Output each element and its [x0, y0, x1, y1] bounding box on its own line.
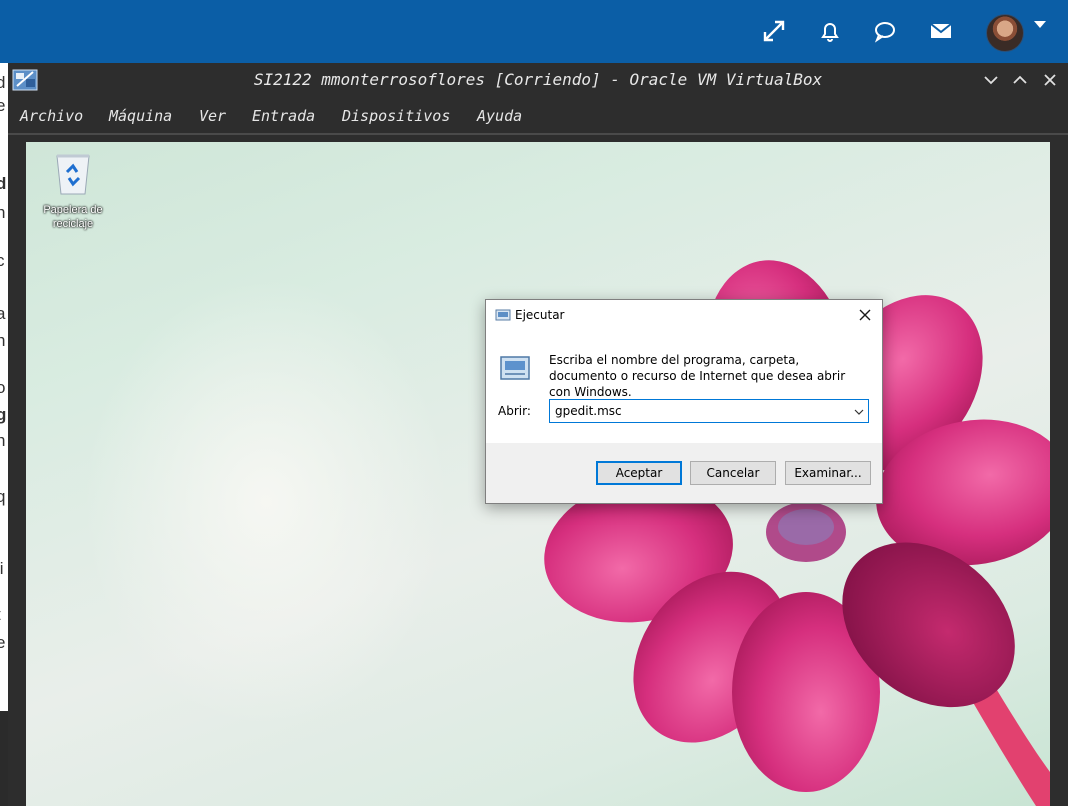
page-fragment: e	[0, 96, 6, 115]
page-fragment: g	[0, 405, 7, 424]
open-label: Abrir:	[498, 404, 531, 418]
open-input-value[interactable]: gpedit.msc	[555, 404, 622, 418]
page-fragment: n	[0, 203, 6, 222]
page-fragment: n	[0, 331, 6, 350]
cancel-button[interactable]: Cancelar	[690, 461, 776, 485]
close-icon[interactable]	[856, 306, 874, 324]
page-fragment: li	[0, 559, 4, 578]
chevron-down-icon[interactable]	[854, 408, 864, 416]
ok-button[interactable]: Aceptar	[596, 461, 682, 485]
menu-entrada[interactable]: Entrada	[252, 107, 315, 125]
menu-divider	[8, 133, 1068, 135]
menu-dispositivos[interactable]: Dispositivos	[342, 107, 450, 125]
page-fragment: n	[0, 431, 6, 450]
recycle-bin[interactable]: Papelera de reciclaje	[40, 150, 106, 231]
window-titlebar[interactable]: SI2122 mmonterrosoflores [Corriendo] - O…	[8, 63, 1068, 97]
run-program-icon	[500, 356, 530, 380]
maximize-chevron-icon[interactable]	[1011, 71, 1029, 89]
minimize-chevron-icon[interactable]	[982, 71, 1000, 89]
page-fragment: o	[0, 378, 6, 397]
menu-maquina[interactable]: Máquina	[109, 107, 172, 125]
dialog-button-bar: Aceptar Cancelar Examinar...	[486, 443, 882, 503]
dialog-title: Ejecutar	[515, 308, 565, 322]
chevron-down-icon[interactable]	[1034, 21, 1046, 28]
bell-icon[interactable]	[817, 18, 843, 44]
open-combobox[interactable]: gpedit.msc	[549, 399, 869, 423]
page-fragment: e	[0, 633, 6, 652]
window-title: SI2122 mmonterrosoflores [Corriendo] - O…	[253, 70, 823, 89]
browse-button[interactable]: Examinar...	[785, 461, 871, 485]
close-icon[interactable]	[1041, 71, 1059, 89]
menu-archivo[interactable]: Archivo	[20, 107, 83, 125]
page-fragment: d	[0, 174, 7, 193]
background-page-strip: d e d n c l a n o g n q li t e r	[0, 63, 8, 806]
menu-ayuda[interactable]: Ayuda	[477, 107, 522, 125]
chat-icon[interactable]	[872, 18, 898, 44]
page-dark-block	[0, 711, 8, 806]
run-dialog: Ejecutar Escriba el nombre del programa,…	[485, 299, 883, 504]
dialog-message: Escriba el nombre del programa, carpeta,…	[549, 353, 846, 399]
menu-bar: Archivo Máquina Ver Entrada Dispositivos…	[8, 101, 1068, 131]
page-fragment: d	[0, 73, 6, 92]
page-fragment: c	[0, 251, 5, 270]
page-fragment: a	[0, 304, 6, 323]
user-avatar[interactable]	[986, 14, 1024, 52]
top-bar	[0, 0, 1068, 63]
expand-icon[interactable]	[761, 18, 787, 44]
mail-icon[interactable]	[928, 18, 954, 44]
page-fragment: t	[0, 605, 1, 625]
menu-ver[interactable]: Ver	[199, 107, 226, 125]
page-fragment: q	[0, 487, 6, 506]
recycle-bin-icon	[56, 154, 90, 195]
recycle-bin-label: Papelera de reciclaje	[43, 204, 103, 230]
run-icon	[495, 309, 511, 321]
